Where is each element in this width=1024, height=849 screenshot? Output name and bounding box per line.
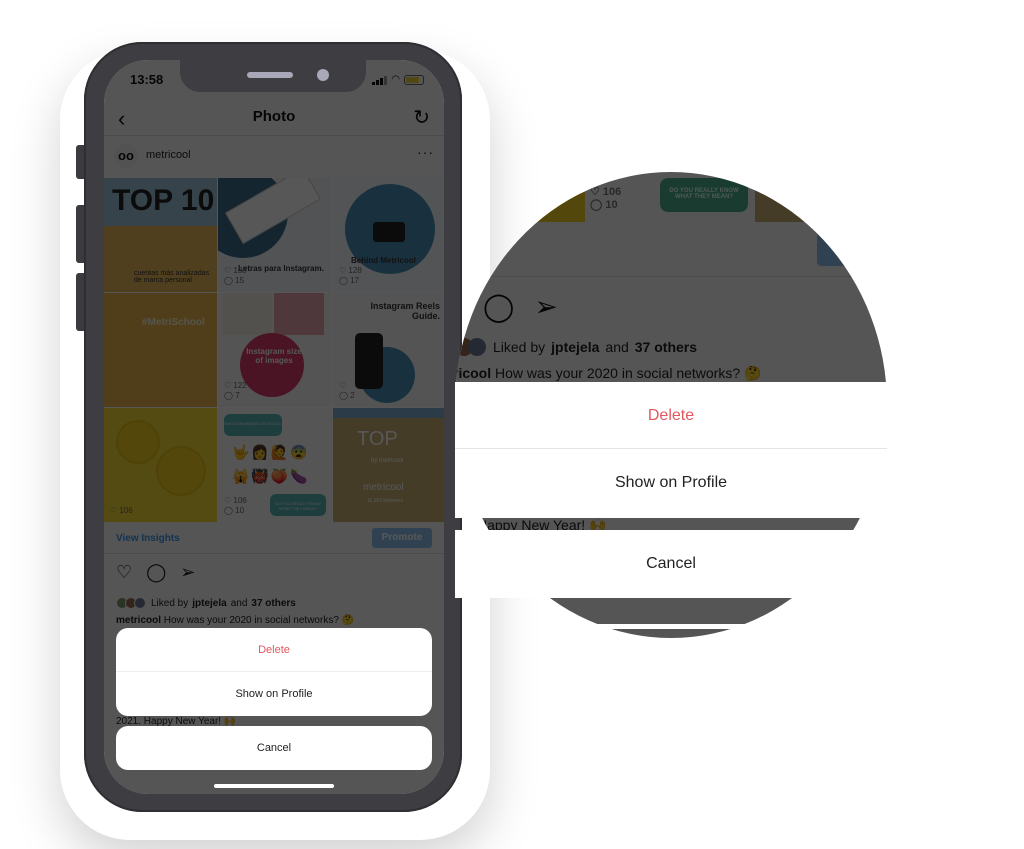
- grid-tile[interactable]: EMOJI MEANINGS ON SOCIAL 🤟👩🙋😨 🙀👹🍑🍆 DO YO…: [218, 408, 332, 522]
- tile-band: [333, 408, 444, 418]
- grid-tile[interactable]: TOP 10 cuentas más analizadas de marca p…: [104, 178, 217, 292]
- post-grid: TOP 10 cuentas más analizadas de marca p…: [104, 178, 444, 522]
- caption-user[interactable]: metricool: [116, 615, 161, 626]
- account-row: oo metricool ···: [104, 136, 444, 178]
- grid-tile[interactable]: Letras para Instagram. ♡ 138 ◯ 15: [218, 178, 332, 292]
- signal-icon: [372, 75, 388, 85]
- wifi-icon: ◠: [391, 74, 400, 85]
- tile-title: TOP 10: [112, 184, 215, 217]
- likes-user[interactable]: jptejela: [192, 598, 226, 609]
- view-insights-link[interactable]: View Insights: [116, 533, 180, 544]
- emoji-row: 🙀👹🍑🍆: [232, 468, 310, 484]
- tile-stats: ♡ 122 ◯ 7: [224, 381, 247, 400]
- promote-button[interactable]: Promote: [372, 528, 432, 548]
- tile-title: Behind Metricool: [351, 256, 416, 265]
- magnified-action-sheet: Delete Show on Profile: [455, 382, 887, 518]
- tile-brand: metricool: [363, 482, 404, 493]
- battery-icon: [404, 74, 424, 85]
- caption: metricool How was your 2020 in social ne…: [116, 615, 354, 626]
- tile-subtitle: cuentas más analizadas de marca personal: [134, 270, 210, 284]
- magnified-delete-button[interactable]: Delete: [455, 382, 887, 449]
- refresh-icon[interactable]: ↻: [413, 105, 430, 130]
- tile-stats: ♡ 106 ◯ 10: [224, 496, 247, 515]
- notebook-left: [222, 293, 272, 335]
- camera-image: [373, 222, 405, 242]
- share-icon[interactable]: ➢: [180, 562, 195, 583]
- notebook-right: [274, 293, 324, 335]
- grid-tile[interactable]: Behind Metricool ♡ 128 ◯ 17: [333, 178, 444, 292]
- grid-tile[interactable]: ♡ 106: [104, 408, 217, 522]
- emoji-row: 🤟👩🙋😨: [232, 444, 310, 460]
- likes-count[interactable]: 37 others: [251, 598, 295, 609]
- likes-prefix: Liked by: [151, 597, 189, 609]
- tile-title: TOP: [357, 428, 398, 450]
- grid-tile[interactable]: #MetriSchool: [104, 293, 217, 407]
- grid-tile[interactable]: Instagram size of images ♡ 122 ◯ 7: [218, 293, 332, 407]
- grid-tile[interactable]: Instagram Reels Guide. ♡ ◯ 2: [333, 293, 444, 407]
- speaker: [247, 72, 293, 78]
- grid-tile[interactable]: TOP by metricool metricool 11,267 follow…: [333, 408, 444, 522]
- avatar[interactable]: oo: [114, 144, 138, 168]
- tile-stats: ♡ 106: [110, 506, 133, 515]
- status-icons: ◠: [372, 74, 424, 85]
- notch: [180, 60, 366, 92]
- action-sheet: Delete Show on Profile: [116, 628, 432, 716]
- phone-image: [355, 333, 383, 389]
- likes-mid: and: [230, 597, 248, 609]
- phone-screen: 13:58 ◠ ‹ Photo ↻ oo metricool ··· TOP 1…: [104, 60, 444, 794]
- action-row: ♡ ◯ ➢: [116, 562, 195, 583]
- more-options-icon[interactable]: ···: [417, 144, 434, 160]
- tile-stats: ♡ 138 ◯ 15: [224, 266, 247, 285]
- magnified-cancel-button[interactable]: Cancel: [455, 530, 887, 598]
- caption-text: How was your 2020 in social networks? 🤔: [163, 615, 355, 626]
- stage: 13:58 ◠ ‹ Photo ↻ oo metricool ··· TOP 1…: [0, 0, 1024, 849]
- tile-subtitle: DO YOU REALLY KNOW WHAT THEY MEAN?: [270, 494, 326, 516]
- likes-row: Liked by jptejela and 37 others: [116, 597, 296, 609]
- emoji-ball: [158, 448, 204, 494]
- magnified-show-on-profile-button[interactable]: Show on Profile: [455, 449, 887, 516]
- liker-avatars: [116, 597, 146, 609]
- tile-title: Instagram size of images: [246, 347, 302, 365]
- home-indicator[interactable]: [214, 784, 334, 788]
- tile-title: Letras para Instagram.: [238, 264, 324, 273]
- tile-stats: ♡ 128 ◯ 17: [339, 266, 362, 285]
- tile-title: EMOJI MEANINGS ON SOCIAL: [224, 414, 282, 436]
- cancel-button[interactable]: Cancel: [116, 726, 432, 770]
- nav-bar: ‹ Photo ↻: [104, 98, 444, 136]
- heart-icon[interactable]: ♡: [116, 562, 132, 583]
- insights-row: View Insights Promote: [104, 522, 444, 554]
- page-title: Photo: [252, 108, 296, 125]
- account-name[interactable]: metricool: [146, 149, 191, 161]
- tile-title: Instagram Reels Guide.: [370, 301, 440, 321]
- tile-stats: ♡ ◯ 2: [339, 381, 355, 400]
- emoji-ball: [118, 422, 158, 462]
- tile-followers: 11,267 followers: [367, 498, 404, 504]
- show-on-profile-button[interactable]: Show on Profile: [116, 672, 432, 716]
- tile-title: #MetriSchool: [142, 317, 205, 328]
- tile-shape: [240, 333, 304, 397]
- delete-button[interactable]: Delete: [116, 628, 432, 672]
- tile-subtitle: by metricool: [371, 458, 404, 464]
- magnified-home-indicator: [575, 624, 765, 629]
- comment-icon[interactable]: ◯: [146, 562, 166, 583]
- magnifier: ♡ 106◯ 10 DO YOU REALLY KNOW WHAT THEY M…: [455, 172, 887, 638]
- cancel-sheet: Cancel: [116, 726, 432, 770]
- status-time: 13:58: [130, 72, 164, 87]
- front-camera: [317, 69, 329, 81]
